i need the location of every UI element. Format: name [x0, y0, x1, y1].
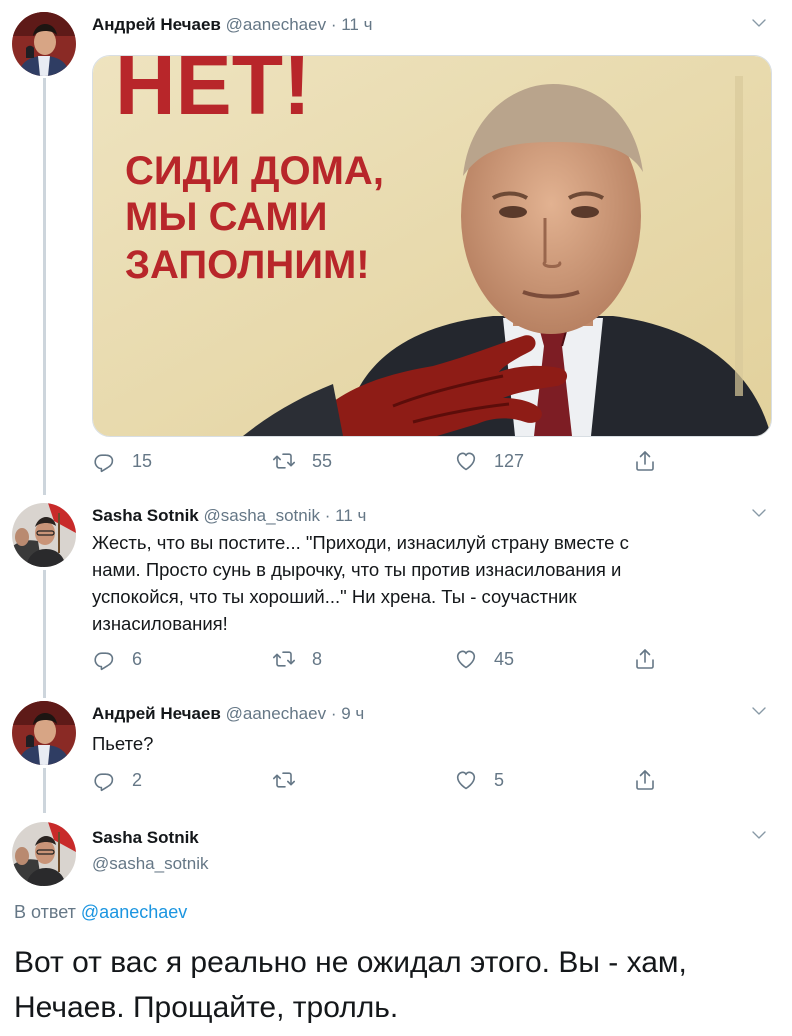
focused-tweet-text: Вот от вас я реально не ожидал этого. Вы… [14, 940, 774, 1030]
tweet-text-line: Жесть, что вы постите... "Приходи, изнас… [92, 532, 629, 553]
like-button[interactable]: 5 [454, 768, 504, 792]
share-button[interactable] [633, 768, 673, 792]
reply-button[interactable]: 15 [92, 449, 152, 473]
tweet-text-line: Пьете? [92, 733, 154, 754]
like-button[interactable]: 45 [454, 647, 514, 671]
reply-to-link[interactable]: @aanechaev [81, 902, 187, 922]
author-name[interactable]: Андрей Нечаев [92, 704, 221, 723]
share-icon [633, 449, 657, 473]
timestamp[interactable]: 11 ч [335, 506, 366, 525]
like-icon [454, 647, 478, 671]
poster-line: СИДИ ДОМА, [125, 149, 384, 193]
timestamp[interactable]: 11 ч [341, 15, 372, 34]
avatar[interactable] [12, 503, 76, 567]
like-button[interactable]: 127 [454, 449, 524, 473]
tweet-text: Жесть, что вы постите... "Приходи, изнас… [92, 529, 732, 637]
author-handle[interactable]: @sasha_sotnik [204, 506, 321, 525]
like-count: 45 [494, 648, 515, 669]
author-handle[interactable]: @aanechaev [226, 704, 326, 723]
avatar[interactable] [12, 12, 76, 76]
reply-count: 15 [132, 450, 153, 471]
like-count: 127 [494, 450, 525, 471]
retweet-count: 55 [312, 450, 333, 471]
share-button[interactable] [633, 647, 673, 671]
tweet-header: Sasha Sotnik @sasha_sotnik · 11 ч [92, 505, 366, 527]
retweet-count: 8 [312, 648, 323, 669]
retweet-icon [272, 647, 296, 671]
author-name[interactable]: Андрей Нечаев [92, 15, 221, 34]
separator: · [324, 506, 331, 525]
share-icon [633, 768, 657, 792]
tweet-header: Андрей Нечаев @aanechaev · 9 ч [92, 703, 364, 725]
retweet-button[interactable]: 55 [272, 449, 332, 473]
poster-line: ЗАПОЛНИМ! [125, 243, 370, 287]
poster-line: МЫ САМИ [125, 195, 327, 239]
author-handle[interactable]: @aanechaev [226, 15, 326, 34]
author-name[interactable]: Sasha Sotnik [92, 506, 199, 525]
tweet-text-line: изнасилования! [92, 613, 228, 634]
poster-title: НЕТ! [115, 56, 311, 132]
tweet-text: Пьете? [92, 730, 732, 757]
tweet-actions: 15 55 127 [92, 449, 692, 477]
reply-icon [92, 647, 116, 671]
reply-count: 2 [132, 769, 143, 790]
reply-to-line: В ответ @aanechaev [14, 902, 187, 923]
reply-icon [92, 449, 116, 473]
chevron-down-icon[interactable] [750, 14, 768, 32]
retweet-button[interactable] [272, 768, 312, 792]
thread-line [43, 768, 46, 813]
reply-to-prefix: В ответ [14, 902, 76, 922]
focused-author-handle[interactable]: @sasha_sotnik [92, 853, 209, 875]
like-icon [454, 449, 478, 473]
tweet-actions: 6 8 45 [92, 647, 692, 675]
reply-count: 6 [132, 648, 143, 669]
like-count: 5 [494, 769, 505, 790]
reply-icon [92, 768, 116, 792]
tweet-media-image[interactable]: НЕТ! СИДИ ДОМА, МЫ САМИ ЗАПОЛНИМ! [92, 55, 772, 437]
avatar[interactable] [12, 822, 76, 886]
chevron-down-icon[interactable] [750, 504, 768, 522]
tweet-text-line: нами. Просто сунь в дырочку, что ты прот… [92, 559, 622, 580]
tweet-text-line: успокойся, что ты хороший..." Ни хрена. … [92, 586, 577, 607]
share-icon [633, 647, 657, 671]
tweet-text-line: Вот от вас я реально не ожидал этого. Вы… [14, 946, 687, 979]
chevron-down-icon[interactable] [750, 702, 768, 720]
share-button[interactable] [633, 449, 673, 473]
timestamp[interactable]: 9 ч [341, 704, 364, 723]
thread-line [43, 78, 46, 495]
separator: · [330, 704, 337, 723]
retweet-icon [272, 768, 296, 792]
avatar[interactable] [12, 701, 76, 765]
like-icon [454, 768, 478, 792]
reply-button[interactable]: 2 [92, 768, 142, 792]
retweet-icon [272, 449, 296, 473]
retweet-button[interactable]: 8 [272, 647, 322, 671]
tweet-header: Андрей Нечаев @aanechaev · 11 ч [92, 14, 372, 36]
reply-button[interactable]: 6 [92, 647, 142, 671]
focused-author-name[interactable]: Sasha Sotnik [92, 827, 199, 849]
separator: · [330, 15, 337, 34]
thread-line [43, 570, 46, 698]
tweet-actions: 2 5 [92, 768, 692, 796]
tweet-text-line: Нечаев. Прощайте, тролль. [14, 991, 399, 1024]
chevron-down-icon[interactable] [750, 826, 768, 844]
